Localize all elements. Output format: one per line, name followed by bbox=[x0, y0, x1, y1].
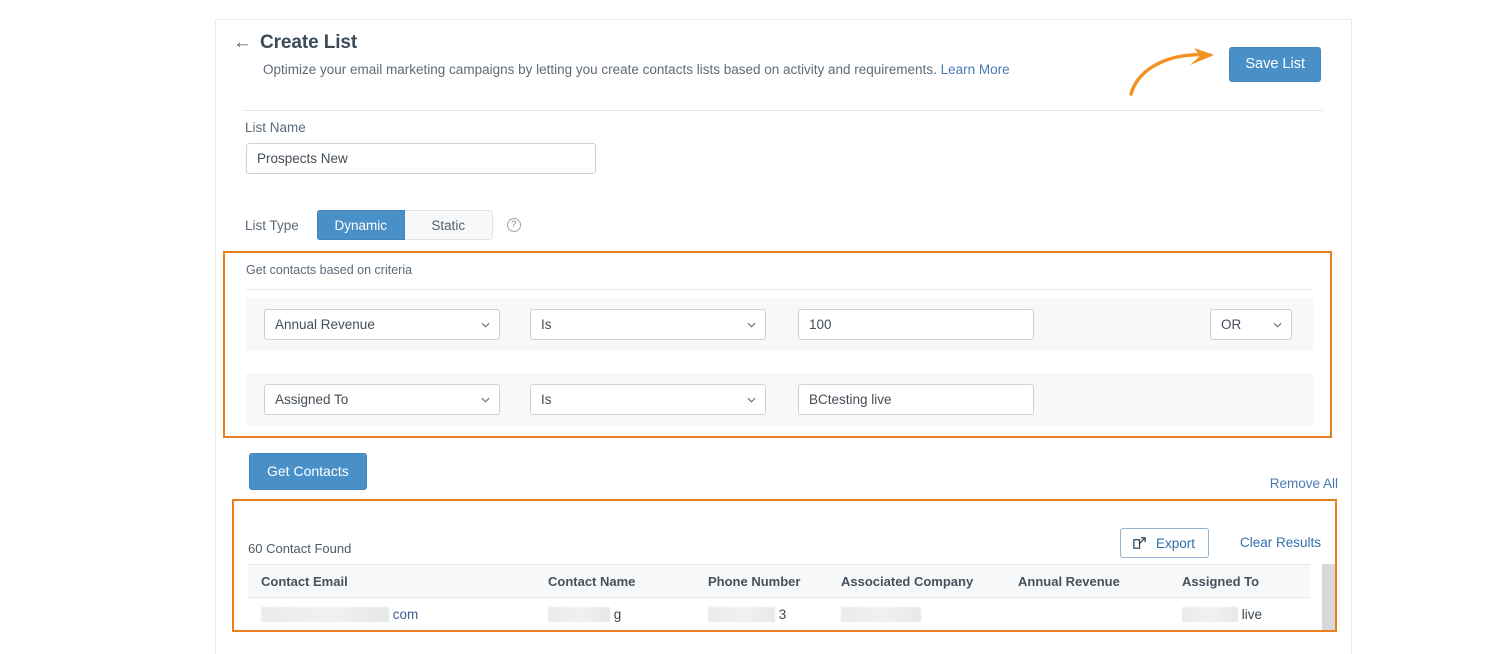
header-divider bbox=[243, 110, 1323, 111]
cell-associated-company bbox=[828, 597, 1005, 630]
redaction-block bbox=[708, 607, 775, 622]
chevron-down-icon bbox=[481, 397, 490, 403]
annotation-arrow bbox=[1129, 48, 1214, 96]
cell-contact-email-tail: com bbox=[392, 607, 419, 622]
left-arrow-icon[interactable]: ← bbox=[233, 33, 252, 54]
page-subtitle: Optimize your email marketing campaigns … bbox=[263, 62, 1010, 77]
criteria-field-value-2: Assigned To bbox=[275, 392, 349, 407]
list-type-segmented-control: Dynamic Static bbox=[316, 210, 493, 240]
list-type-option-dynamic[interactable]: Dynamic bbox=[316, 210, 405, 240]
list-type-label: List Type bbox=[245, 217, 299, 233]
criteria-field-select-2[interactable]: Assigned To bbox=[264, 384, 500, 415]
column-header-associated-company[interactable]: Associated Company bbox=[828, 564, 1005, 598]
cell-annual-revenue bbox=[1005, 597, 1169, 630]
export-label: Export bbox=[1155, 535, 1195, 551]
results-table: Contact Email Contact Name Phone Number … bbox=[248, 564, 1310, 630]
column-header-contact-name[interactable]: Contact Name bbox=[535, 564, 695, 598]
criteria-title: Get contacts based on criteria bbox=[246, 263, 413, 277]
criteria-field-select-1[interactable]: Annual Revenue bbox=[264, 309, 500, 340]
chevron-down-icon bbox=[1273, 322, 1282, 328]
criteria-operator-value-1: Is bbox=[541, 317, 552, 332]
results-table-head: Contact Email Contact Name Phone Number … bbox=[248, 564, 1310, 598]
learn-more-link[interactable]: Learn More bbox=[941, 62, 1010, 77]
get-contacts-button[interactable]: Get Contacts bbox=[249, 453, 367, 490]
criteria-panel: Get contacts based on criteria Annual Re… bbox=[223, 251, 1332, 438]
criteria-operator-select-1[interactable]: Is bbox=[530, 309, 766, 340]
table-header-row: Contact Email Contact Name Phone Number … bbox=[248, 564, 1310, 598]
list-name-input[interactable] bbox=[246, 143, 596, 174]
redaction-block bbox=[548, 607, 610, 622]
external-link-icon bbox=[1133, 536, 1146, 549]
results-count-label: 60 Contact Found bbox=[248, 541, 352, 556]
column-header-contact-email[interactable]: Contact Email bbox=[248, 564, 535, 598]
remove-all-link[interactable]: Remove All bbox=[1270, 476, 1338, 491]
table-row[interactable]: com g 3 live bbox=[248, 597, 1310, 630]
criteria-row: Assigned To Is bbox=[246, 373, 1313, 426]
criteria-row: Annual Revenue Is OR bbox=[246, 298, 1313, 351]
cell-contact-name: g bbox=[535, 597, 695, 630]
results-table-body: com g 3 live bbox=[248, 597, 1310, 630]
cell-assigned-to: live bbox=[1169, 597, 1310, 630]
criteria-operator-value-2: Is bbox=[541, 392, 552, 407]
redaction-block bbox=[841, 607, 921, 622]
column-header-assigned-to[interactable]: Assigned To bbox=[1169, 564, 1310, 598]
redaction-block bbox=[1182, 607, 1238, 622]
cell-contact-email: com bbox=[248, 597, 535, 630]
criteria-divider bbox=[246, 289, 1313, 290]
list-name-label: List Name bbox=[245, 120, 306, 135]
cell-phone-number-tail: 3 bbox=[778, 607, 787, 622]
results-panel: 60 Contact Found Export Clear Results Co… bbox=[232, 499, 1337, 632]
question-mark-icon[interactable]: ? bbox=[506, 218, 521, 232]
results-table-vertical-scrollbar[interactable] bbox=[1322, 564, 1335, 630]
clear-results-link[interactable]: Clear Results bbox=[1240, 535, 1321, 550]
cell-assigned-to-tail: live bbox=[1241, 607, 1263, 622]
chevron-down-icon bbox=[747, 397, 756, 403]
column-header-annual-revenue[interactable]: Annual Revenue bbox=[1005, 564, 1169, 598]
screen-root: ← Create List Optimize your email market… bbox=[0, 0, 1500, 654]
criteria-value-input-1[interactable] bbox=[798, 309, 1034, 340]
column-header-phone-number[interactable]: Phone Number bbox=[695, 564, 828, 598]
back-row: ← Create List bbox=[233, 32, 1010, 54]
list-type-option-static[interactable]: Static bbox=[404, 210, 493, 240]
save-list-button[interactable]: Save List bbox=[1229, 47, 1321, 82]
criteria-operator-select-2[interactable]: Is bbox=[530, 384, 766, 415]
export-button[interactable]: Export bbox=[1119, 528, 1209, 558]
chevron-down-icon bbox=[747, 322, 756, 328]
criteria-conjunction-select-1[interactable]: OR bbox=[1210, 309, 1292, 340]
chevron-down-icon bbox=[481, 322, 490, 328]
page-title: Create List bbox=[260, 32, 358, 53]
criteria-value-input-2[interactable] bbox=[798, 384, 1034, 415]
page-header: ← Create List Optimize your email market… bbox=[233, 32, 1010, 77]
list-type-row: List Type Dynamic Static ? bbox=[245, 210, 521, 240]
redaction-block bbox=[261, 607, 389, 622]
cell-phone-number: 3 bbox=[695, 597, 828, 630]
criteria-field-value-1: Annual Revenue bbox=[275, 317, 375, 332]
results-table-scroll-area: Contact Email Contact Name Phone Number … bbox=[248, 564, 1324, 630]
cell-contact-name-tail: g bbox=[613, 607, 622, 622]
create-list-card: ← Create List Optimize your email market… bbox=[215, 19, 1352, 654]
page-subtitle-text: Optimize your email marketing campaigns … bbox=[263, 62, 937, 77]
criteria-conjunction-value-1: OR bbox=[1221, 317, 1242, 332]
